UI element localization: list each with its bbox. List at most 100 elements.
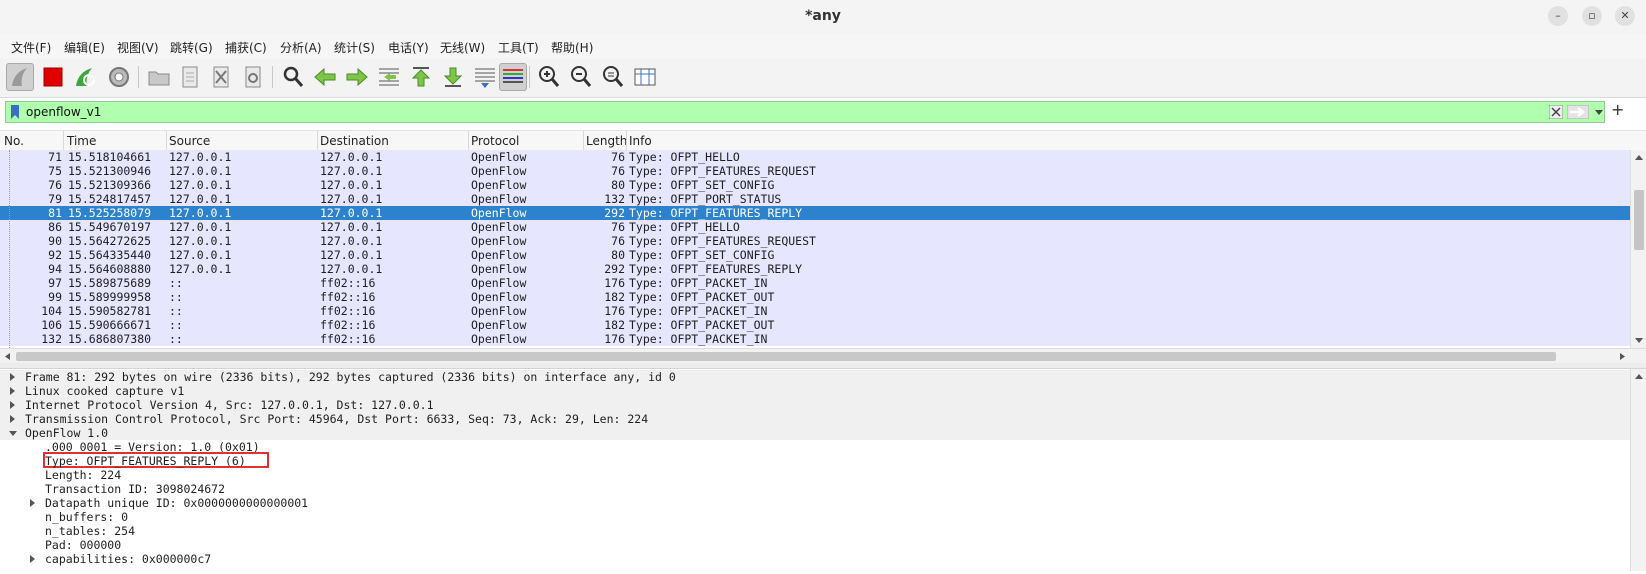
maximize-icon[interactable]: ▫ xyxy=(1582,6,1602,26)
column-protocol[interactable]: Protocol xyxy=(471,134,519,148)
clear-filter-icon[interactable] xyxy=(1548,104,1564,122)
packet-row[interactable]: 79 15.524817457 127.0.0.1 127.0.0.1 Open… xyxy=(0,192,1630,206)
menu-capture[interactable]: 捕获(C) xyxy=(225,39,267,56)
zoom-out-button[interactable] xyxy=(568,64,594,90)
restart-capture-button[interactable] xyxy=(72,64,98,90)
resize-columns-button[interactable] xyxy=(632,64,658,90)
find-packet-button[interactable] xyxy=(280,64,306,90)
hscroll-arrows-icon xyxy=(5,352,1625,361)
packet-row[interactable]: 104 15.590582781 :: ff02::16 OpenFlow 17… xyxy=(0,304,1630,318)
tree-field-capabilities[interactable]: capabilities: 0x000000c7 xyxy=(0,552,1630,566)
tree-field-type[interactable]: Type: OFPT_FEATURES_REPLY (6) xyxy=(0,452,1630,468)
packet-row[interactable]: 86 15.549670197 127.0.0.1 127.0.0.1 Open… xyxy=(0,220,1630,234)
open-file-button[interactable] xyxy=(146,64,172,90)
tree-item-linux-cooked[interactable]: Linux cooked capture v1 xyxy=(0,384,1630,398)
packet-list-hscrollbar[interactable] xyxy=(0,348,1646,364)
autoscroll-button[interactable] xyxy=(472,64,498,90)
packet-row[interactable]: 76 15.521309366 127.0.0.1 127.0.0.1 Open… xyxy=(0,178,1630,192)
expand-arrow-icon[interactable] xyxy=(30,555,35,563)
bookmark-icon[interactable] xyxy=(10,105,20,122)
go-to-packet-button[interactable] xyxy=(376,64,402,90)
packet-row[interactable]: 106 15.590666671 :: ff02::16 OpenFlow 18… xyxy=(0,318,1630,332)
packet-list-vscrollbar[interactable] xyxy=(1630,150,1646,348)
go-forward-button[interactable] xyxy=(344,64,370,90)
tree-field-length[interactable]: Length: 224 xyxy=(0,468,1630,482)
tree-field-datapath-id[interactable]: Datapath unique ID: 0x0000000000000001 xyxy=(0,496,1630,510)
column-time[interactable]: Time xyxy=(67,134,96,148)
menu-view[interactable]: 视图(V) xyxy=(117,39,159,56)
packet-row-selected[interactable]: 81 15.525258079 127.0.0.1 127.0.0.1 Open… xyxy=(0,206,1630,220)
close-file-button[interactable] xyxy=(208,64,234,90)
tree-item-openflow[interactable]: OpenFlow 1.0 xyxy=(0,426,1630,440)
column-no[interactable]: No. xyxy=(4,134,24,148)
menu-tools[interactable]: 工具(T) xyxy=(498,39,539,56)
close-icon[interactable]: ✕ xyxy=(1615,6,1635,26)
stop-icon xyxy=(43,67,63,87)
goto-icon xyxy=(384,73,396,81)
arrow-left-icon xyxy=(314,67,336,87)
expand-arrow-icon[interactable] xyxy=(10,387,15,395)
colorize-button[interactable] xyxy=(499,63,527,91)
menu-telephony[interactable]: 电话(Y) xyxy=(388,39,429,56)
packet-row[interactable]: 99 15.589999958 :: ff02::16 OpenFlow 182… xyxy=(0,290,1630,304)
packet-row[interactable]: 92 15.564335440 127.0.0.1 127.0.0.1 Open… xyxy=(0,248,1630,262)
tree-item-ipv4[interactable]: Internet Protocol Version 4, Src: 127.0.… xyxy=(0,398,1630,412)
last-packet-button[interactable] xyxy=(440,64,466,90)
apply-filter-icon[interactable] xyxy=(1566,104,1590,122)
window-title: *any xyxy=(805,8,841,24)
column-length[interactable]: Length xyxy=(586,134,627,148)
normal-size-button[interactable] xyxy=(600,64,626,90)
tree-item-frame[interactable]: Frame 81: 292 bytes on wire (2336 bits),… xyxy=(0,370,1630,384)
zoom-in-button[interactable] xyxy=(536,64,562,90)
start-capture-button[interactable] xyxy=(6,63,34,91)
packet-list-header: No. Time Source Destination Protocol Len… xyxy=(0,130,1646,151)
packet-row[interactable]: 75 15.521300946 127.0.0.1 127.0.0.1 Open… xyxy=(0,164,1630,178)
capture-options-button[interactable] xyxy=(106,64,132,90)
autoscroll-icon xyxy=(481,83,489,88)
menu-help[interactable]: 帮助(H) xyxy=(551,39,593,56)
tree-field-transaction-id[interactable]: Transaction ID: 3098024672 xyxy=(0,482,1630,496)
packet-row[interactable]: 97 15.589875689 :: ff02::16 OpenFlow 176… xyxy=(0,276,1630,290)
tree-item-tcp[interactable]: Transmission Control Protocol, Src Port:… xyxy=(0,412,1630,426)
expand-arrow-icon[interactable] xyxy=(30,499,35,507)
go-back-button[interactable] xyxy=(312,64,338,90)
menu-go[interactable]: 跳转(G) xyxy=(170,39,213,56)
related-packets-guide xyxy=(9,150,10,348)
expand-arrow-icon[interactable] xyxy=(10,415,15,423)
column-destination[interactable]: Destination xyxy=(320,134,389,148)
details-vscrollbar[interactable] xyxy=(1630,369,1646,571)
reload-file-button[interactable] xyxy=(240,64,266,90)
display-filter-input[interactable]: openflow_v1 xyxy=(26,105,101,119)
packet-row[interactable]: 94 15.564608880 127.0.0.1 127.0.0.1 Open… xyxy=(0,262,1630,276)
packet-details-tree[interactable]: Frame 81: 292 bytes on wire (2336 bits),… xyxy=(0,369,1630,571)
menu-file[interactable]: 文件(F) xyxy=(11,39,51,56)
menu-edit[interactable]: 编辑(E) xyxy=(64,39,105,56)
column-source[interactable]: Source xyxy=(169,134,210,148)
packet-row[interactable]: 90 15.564272625 127.0.0.1 127.0.0.1 Open… xyxy=(0,234,1630,248)
shark-fin-icon xyxy=(12,68,27,86)
menu-wireless[interactable]: 无线(W) xyxy=(440,39,485,56)
minimize-icon[interactable]: – xyxy=(1548,6,1568,26)
column-info[interactable]: Info xyxy=(629,134,652,148)
packet-row[interactable]: 71 15.518104661 127.0.0.1 127.0.0.1 Open… xyxy=(0,150,1630,164)
packet-list[interactable]: 71 15.518104661 127.0.0.1 127.0.0.1 Open… xyxy=(0,150,1630,348)
details-vscroll-arrows-icon xyxy=(1635,374,1643,379)
menu-analyze[interactable]: 分析(A) xyxy=(280,39,322,56)
title-bar: *any – ▫ ✕ xyxy=(0,0,1646,35)
filter-history-chevron-icon[interactable] xyxy=(1595,105,1603,122)
arrow-up-icon xyxy=(411,69,431,87)
search-icon xyxy=(293,77,304,87)
save-file-button[interactable] xyxy=(177,64,203,90)
expand-arrow-icon[interactable] xyxy=(10,373,15,381)
stop-capture-button[interactable] xyxy=(40,64,66,90)
tree-field-n-tables[interactable]: n_tables: 254 xyxy=(0,524,1630,538)
tree-field-pad[interactable]: Pad: 000000 xyxy=(0,538,1630,552)
collapse-arrow-icon[interactable] xyxy=(9,431,17,436)
add-filter-button-icon[interactable]: + xyxy=(1611,100,1624,119)
menu-statistics[interactable]: 统计(S) xyxy=(334,39,375,56)
tree-field-n-buffers[interactable]: n_buffers: 0 xyxy=(0,510,1630,524)
display-filter-bar[interactable]: openflow_v1 xyxy=(5,101,1605,123)
first-packet-button[interactable] xyxy=(408,64,434,90)
expand-arrow-icon[interactable] xyxy=(10,401,15,409)
packet-row[interactable]: 132 15.686807380 :: ff02::16 OpenFlow 17… xyxy=(0,332,1630,346)
